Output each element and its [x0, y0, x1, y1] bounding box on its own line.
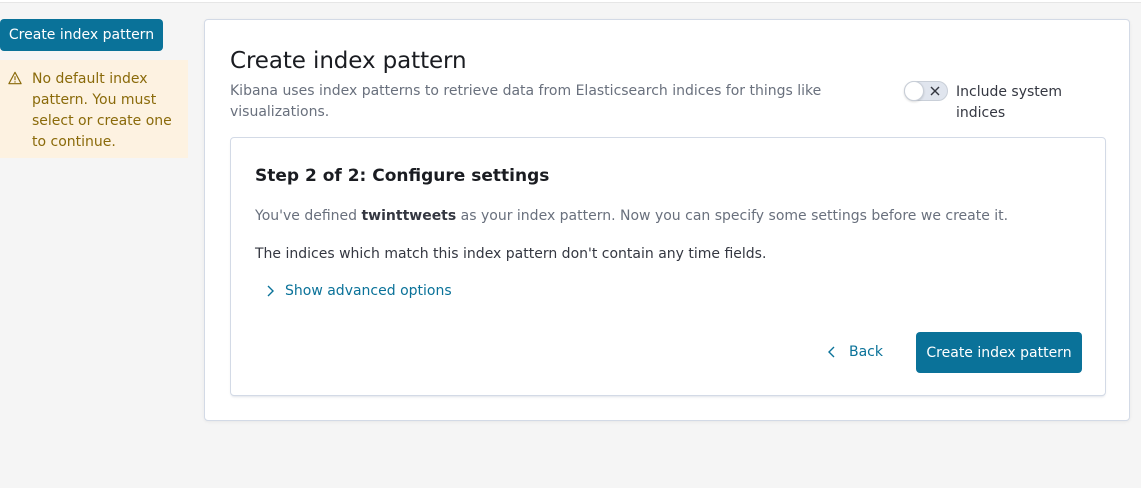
- include-system-indices-label: Include system indices: [956, 84, 1063, 121]
- defined-prefix: You've defined: [255, 208, 362, 224]
- chevron-left-icon: [828, 346, 835, 358]
- sidebar-create-index-pattern-button[interactable]: Create index pattern: [0, 19, 163, 51]
- step-title: Step 2 of 2: Configure settings: [255, 166, 550, 186]
- top-border: [0, 0, 1141, 3]
- toggle-knob: [904, 81, 924, 101]
- create-index-pattern-panel: Create index pattern Kibana uses index p…: [204, 19, 1130, 421]
- index-pattern-name: twinttweets: [361, 208, 457, 224]
- configure-settings-card: Step 2 of 2: Configure settings You've d…: [230, 137, 1106, 396]
- warning-icon: [8, 71, 22, 85]
- no-time-fields-text: The indices which match this index patte…: [255, 246, 767, 262]
- defined-pattern-text: You've defined twinttweets as your index…: [255, 208, 1008, 224]
- chevron-right-icon: [267, 285, 274, 297]
- defined-suffix: as your index pattern. Now you can speci…: [456, 208, 1009, 224]
- create-index-pattern-button[interactable]: Create index pattern: [916, 332, 1082, 373]
- include-system-indices-toggle[interactable]: [904, 81, 948, 101]
- cross-icon: [930, 86, 940, 96]
- page-title: Create index pattern: [230, 48, 467, 74]
- back-label: Back: [849, 344, 883, 360]
- no-default-index-callout: No default index pattern. You must selec…: [0, 60, 188, 158]
- include-system-indices: Include system indices: [904, 81, 1084, 124]
- callout-text: No default index pattern. You must selec…: [32, 71, 172, 150]
- show-advanced-options-link[interactable]: Show advanced options: [265, 283, 452, 299]
- page-description: Kibana uses index patterns to retrieve d…: [230, 83, 822, 120]
- advanced-options-label: Show advanced options: [285, 283, 452, 299]
- back-button[interactable]: Back: [827, 341, 883, 363]
